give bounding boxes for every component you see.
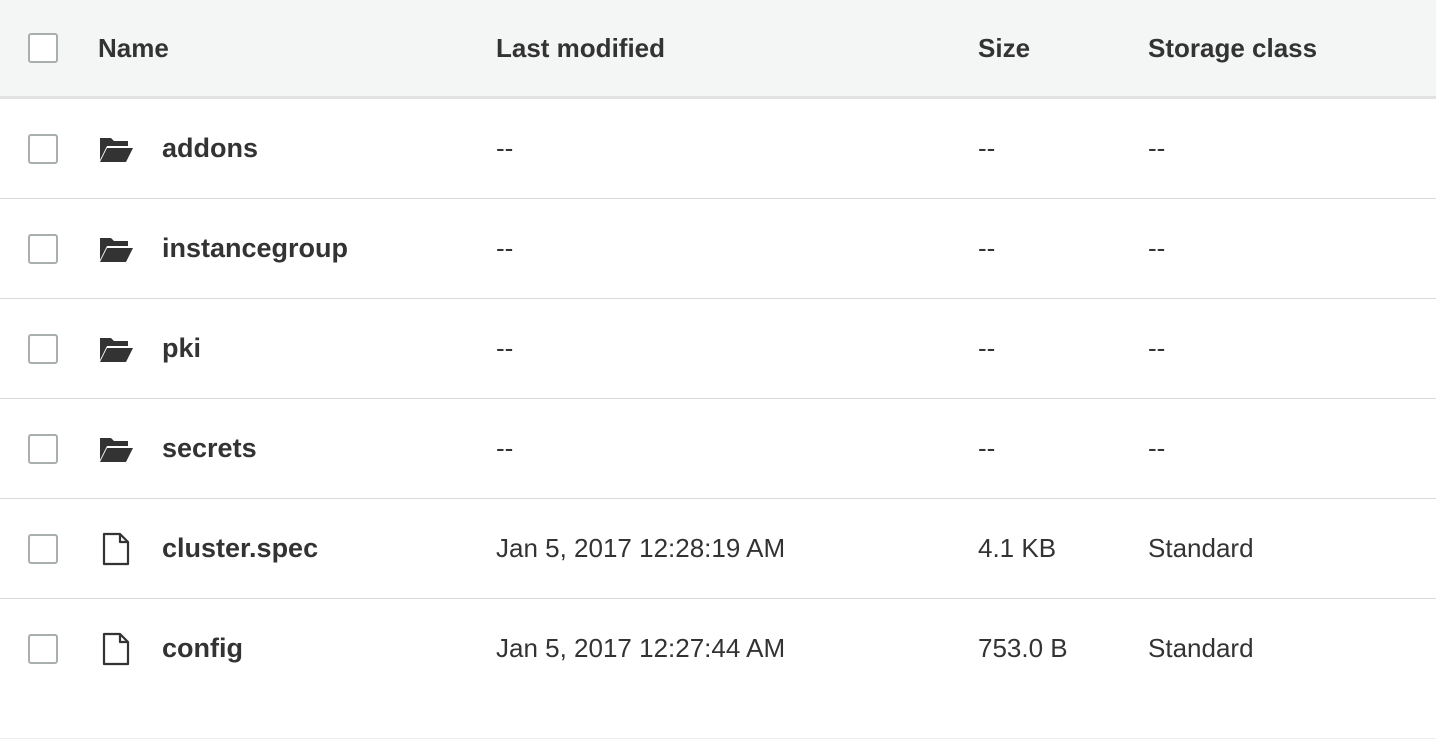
folder-open-icon [98, 131, 134, 167]
table-row[interactable]: addons -- -- -- [0, 99, 1436, 199]
table-row[interactable]: pki -- -- -- [0, 299, 1436, 399]
folder-open-icon [98, 231, 134, 267]
storage-class-value: Standard [1148, 533, 1254, 563]
size-value: 4.1 KB [978, 533, 1057, 563]
file-icon [98, 631, 134, 667]
storage-class-value: Standard [1148, 633, 1254, 663]
size-value: -- [978, 233, 996, 263]
object-name-link[interactable]: addons [162, 133, 258, 164]
storage-class-value: -- [1148, 433, 1166, 463]
object-name-link[interactable]: config [162, 633, 243, 664]
table-row[interactable]: instancegroup -- -- -- [0, 199, 1436, 299]
storage-class-value: -- [1148, 333, 1166, 363]
row-checkbox[interactable] [28, 633, 58, 664]
last-modified-value: -- [496, 433, 514, 463]
object-name-link[interactable]: pki [162, 333, 201, 364]
last-modified-value: -- [496, 333, 514, 363]
last-modified-value: -- [496, 233, 514, 263]
folder-open-icon [98, 431, 134, 467]
row-checkbox[interactable] [28, 333, 58, 364]
table-row[interactable]: config Jan 5, 2017 12:27:44 AM 753.0 B S… [0, 599, 1436, 698]
size-value: -- [978, 133, 996, 163]
file-icon [98, 531, 134, 567]
size-value: -- [978, 333, 996, 363]
last-modified-value: Jan 5, 2017 12:28:19 AM [496, 533, 786, 563]
size-value: -- [978, 433, 996, 463]
storage-class-value: -- [1148, 133, 1166, 163]
last-modified-value: -- [496, 133, 514, 163]
storage-class-value: -- [1148, 233, 1166, 263]
object-name-link[interactable]: cluster.spec [162, 533, 318, 564]
select-all-cell [28, 0, 58, 96]
object-table: Name Last modified Size Storage class ad… [0, 0, 1436, 740]
row-checkbox[interactable] [28, 533, 58, 564]
table-header: Name Last modified Size Storage class [0, 0, 1436, 99]
table-row[interactable]: secrets -- -- -- [0, 399, 1436, 499]
select-all-checkbox[interactable] [28, 33, 58, 63]
row-checkbox[interactable] [28, 233, 58, 264]
last-modified-value: Jan 5, 2017 12:27:44 AM [496, 633, 786, 663]
column-header-storage-class[interactable]: Storage class [1148, 0, 1317, 96]
table-row[interactable]: cluster.spec Jan 5, 2017 12:28:19 AM 4.1… [0, 499, 1436, 599]
column-header-last-modified[interactable]: Last modified [496, 0, 665, 96]
column-header-size[interactable]: Size [978, 0, 1030, 96]
object-name-link[interactable]: instancegroup [162, 233, 348, 264]
column-header-name[interactable]: Name [98, 0, 169, 96]
row-checkbox[interactable] [28, 133, 58, 164]
folder-open-icon [98, 331, 134, 367]
table-bottom-divider [0, 738, 1436, 739]
row-checkbox[interactable] [28, 433, 58, 464]
size-value: 753.0 B [978, 633, 1068, 663]
object-name-link[interactable]: secrets [162, 433, 257, 464]
